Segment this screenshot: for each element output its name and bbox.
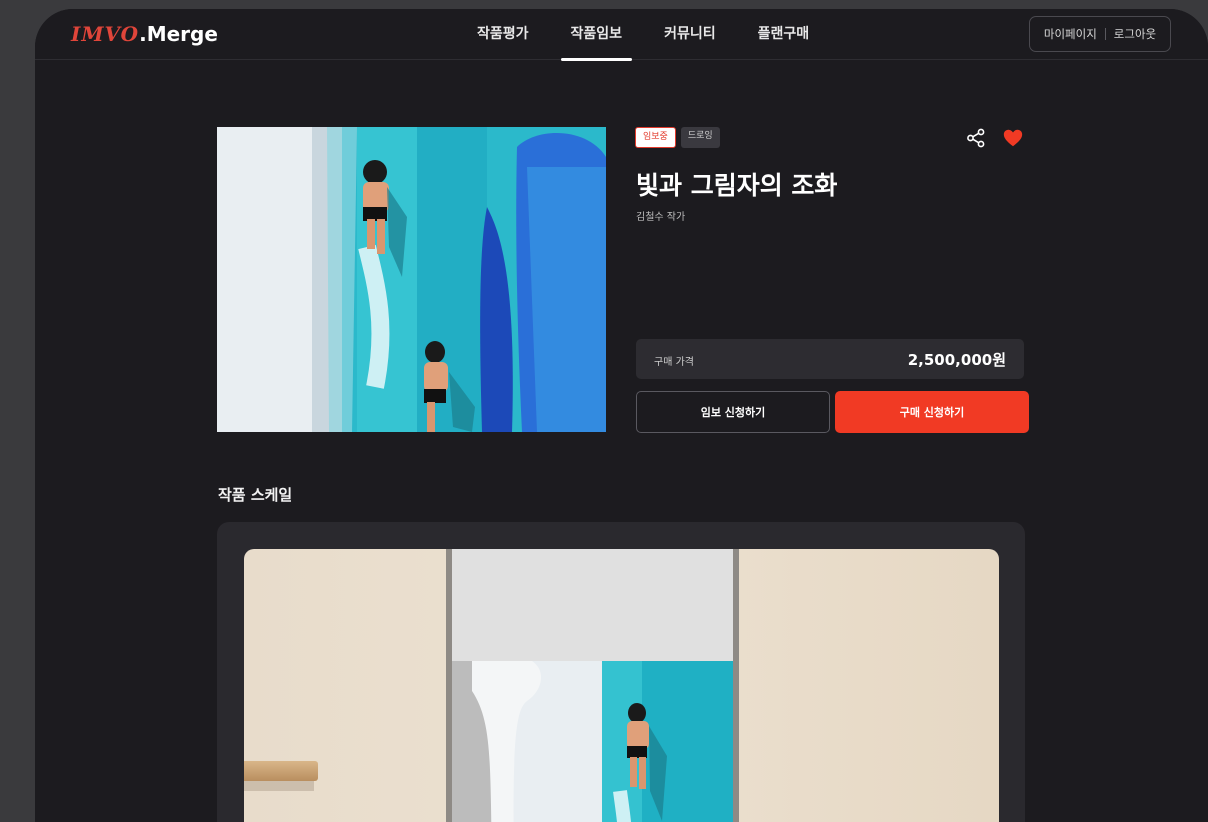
price-label: 구매 가격 bbox=[654, 357, 694, 368]
nav-item-plan[interactable]: 플랜구매 bbox=[748, 9, 820, 60]
logo-script: IMVO bbox=[71, 22, 140, 46]
artwork-title: 빛과 그림자의 조화 bbox=[636, 171, 838, 200]
heart-icon[interactable] bbox=[1002, 127, 1024, 149]
main-nav: 작품평가 작품임보 커뮤니티 플랜구매 bbox=[467, 9, 841, 61]
account-divider bbox=[1104, 28, 1106, 40]
status-badge: 임보중 bbox=[635, 127, 676, 148]
top-navigation-bar: IMVO.Merge 작품평가 작품임보 커뮤니티 플랜구매 마이페이지 로그아… bbox=[35, 9, 1208, 61]
artwork-frame bbox=[446, 549, 739, 822]
wall-shelf bbox=[244, 761, 318, 781]
nav-item-foster[interactable]: 작품임보 bbox=[560, 9, 633, 61]
share-icon[interactable] bbox=[966, 128, 986, 148]
shelf-shadow bbox=[244, 781, 314, 791]
category-badge: 드로잉 bbox=[680, 127, 720, 148]
artwork-painting bbox=[217, 127, 606, 432]
price-box: 구매 가격 2,500,000원 bbox=[636, 339, 1024, 379]
scale-preview-card bbox=[217, 522, 1025, 822]
artwork-image[interactable] bbox=[217, 127, 606, 432]
nav-item-community[interactable]: 커뮤니티 bbox=[654, 9, 726, 60]
account-menu: 마이페이지 로그아웃 bbox=[1029, 16, 1171, 52]
purchase-apply-button[interactable]: 구매 신청하기 bbox=[835, 391, 1029, 433]
framed-artwork bbox=[452, 661, 733, 822]
logo[interactable]: IMVO.Merge bbox=[71, 22, 218, 46]
nav-item-evaluation[interactable]: 작품평가 bbox=[467, 9, 539, 60]
scale-section-title: 작품 스케일 bbox=[218, 486, 293, 504]
price-value: 2,500,000원 bbox=[907, 351, 1006, 369]
app-window: IMVO.Merge 작품평가 작품임보 커뮤니티 플랜구매 마이페이지 로그아… bbox=[35, 9, 1208, 822]
artwork-badges: 임보중 드로잉 bbox=[635, 127, 720, 148]
artist-name: 김철수 작가 bbox=[636, 212, 686, 223]
mypage-link[interactable]: 마이페이지 bbox=[1044, 26, 1097, 42]
foster-apply-button[interactable]: 임보 신청하기 bbox=[636, 391, 830, 433]
logout-link[interactable]: 로그아웃 bbox=[1114, 26, 1156, 42]
logo-suffix: .Merge bbox=[139, 22, 218, 46]
frame-inner bbox=[452, 549, 733, 822]
room-preview bbox=[244, 549, 999, 822]
